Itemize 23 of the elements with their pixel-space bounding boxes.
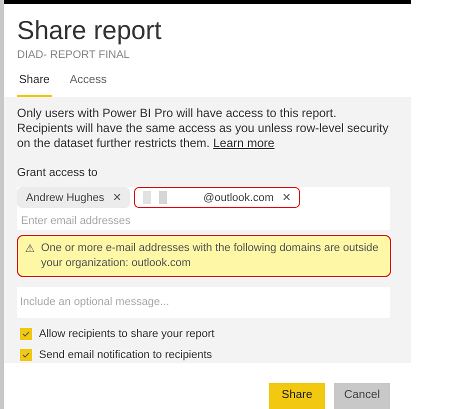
report-name: DIAD- REPORT FINAL bbox=[17, 48, 131, 62]
checkbox[interactable] bbox=[20, 348, 32, 361]
notice-text: Only users with Power BI Pro will have access to this report. Recipients will have the same access as you unless row-level security on the dataset further restricts them. Learn more bbox=[17, 106, 390, 152]
check-icon bbox=[22, 330, 30, 338]
cancel-button[interactable]: Cancel bbox=[334, 383, 390, 409]
remove-button[interactable]: ✕ bbox=[112, 190, 122, 206]
recipient-name: @outlook.com bbox=[203, 190, 274, 206]
tab[interactable]: Access bbox=[68, 72, 109, 98]
warning-text: One or more e-mail addresses with the following domains are outside your organization: outlook.com bbox=[41, 241, 380, 272]
checkbox[interactable] bbox=[20, 328, 32, 340]
dialog-title: Share report bbox=[17, 14, 163, 46]
option-label: Send email notification to recipients bbox=[39, 348, 212, 362]
email-placeholder: Enter email addresses bbox=[21, 214, 132, 230]
check-icon bbox=[22, 350, 30, 359]
option-label: Allow recipients to share your report bbox=[39, 327, 214, 342]
share-button[interactable]: Share bbox=[269, 383, 325, 409]
grant-access-label: Grant access to bbox=[17, 166, 99, 182]
recipient-name: Andrew Hughes bbox=[26, 190, 104, 206]
recipients-field[interactable]: Andrew Hughes ✕ @outlook.com ✕ Enter email addresses bbox=[17, 187, 390, 230]
learn-more-link[interactable]: Learn more bbox=[213, 136, 274, 150]
remove-button[interactable]: ✕ bbox=[282, 190, 291, 206]
warning-icon: ⚠ bbox=[25, 241, 35, 258]
message-placeholder: Include an optional message... bbox=[20, 296, 170, 308]
